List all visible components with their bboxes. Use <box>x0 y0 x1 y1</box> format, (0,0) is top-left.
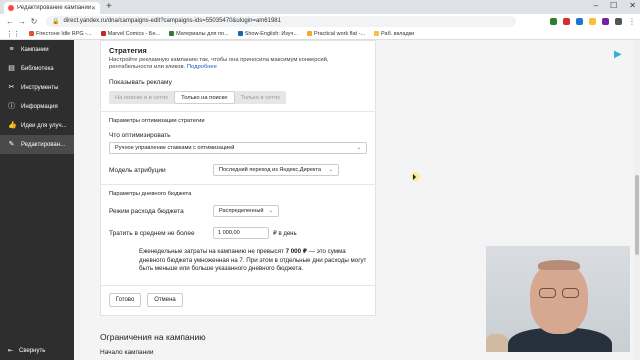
bookmark-item[interactable]: Материалы для по... <box>169 31 229 37</box>
window-controls: – ☐ ✕ <box>594 1 636 10</box>
strategy-description: Настройте рекламную кампанию так, чтобы … <box>109 57 329 70</box>
lock-icon: 🔒 <box>52 18 60 25</box>
sidebar-item-campaigns[interactable]: ≡ Кампании <box>0 40 74 59</box>
menu-dots-icon[interactable]: ⋮ <box>628 17 636 26</box>
show-option-networks-only[interactable]: Только в сетях <box>235 91 286 104</box>
profile-icon[interactable] <box>615 17 622 25</box>
optimization-section-title: Параметры оптимизации стратегии <box>109 118 205 124</box>
bookmark-folder[interactable]: Раб. вкладки <box>374 31 414 37</box>
reload-icon[interactable]: ↻ <box>28 17 40 26</box>
glasses-icon <box>562 288 579 298</box>
show-option-search-only[interactable]: Только на поиске <box>174 91 235 104</box>
campaign-start-label: Начало кампании <box>100 349 154 356</box>
address-toolbar: ← → ↻ 🔒 direct.yandex.ru/dna/campaigns-e… <box>0 14 640 28</box>
daily-budget-input[interactable]: 1 000,00 <box>213 227 269 239</box>
presenter-hair <box>538 260 580 270</box>
sidebar-item-library[interactable]: ▤ Библиотека <box>0 59 74 78</box>
bookmark-item[interactable]: Show-English: Изуч... <box>237 31 298 37</box>
more-link[interactable]: Подробнее <box>187 64 217 70</box>
attribution-label: Модель атрибуции <box>109 167 166 174</box>
optimize-what-select[interactable]: Ручное управление ставками с оптимизацие… <box>109 142 367 154</box>
webcam-overlay <box>486 246 630 352</box>
bookmark-item[interactable]: Fireстоне Idle RPG -... <box>29 31 92 37</box>
library-icon: ▤ <box>8 65 15 72</box>
bookmark-item[interactable]: Practical work flat -... <box>306 31 365 37</box>
bookmarks-bar: ⋮⋮ Fireстоне Idle RPG -... Marvel Comics… <box>0 28 640 40</box>
sidebar-item-info[interactable]: ⓘ Информация <box>0 97 74 116</box>
glasses-icon <box>539 288 556 298</box>
pencil-icon: ✎ <box>8 141 15 148</box>
weekly-budget-note: Еженедельные затраты на кампанию не прев… <box>139 248 367 272</box>
url-input[interactable]: 🔒 direct.yandex.ru/dna/campaigns-edit?ca… <box>46 15 516 27</box>
divider <box>101 184 377 185</box>
chevron-down-icon: ⌄ <box>268 208 273 214</box>
weekly-amount: 7 000 ₽ <box>285 248 308 255</box>
bookmark-favicon-icon <box>306 31 312 36</box>
collapse-sidebar-button[interactable]: ⇤ Свернуть <box>8 347 45 355</box>
divider <box>101 285 377 286</box>
new-tab-button[interactable]: + <box>106 1 112 12</box>
budget-section-title: Параметры дневного бюджета <box>109 191 192 197</box>
thumb-up-icon: 👍 <box>8 122 17 129</box>
attribution-select[interactable]: Последний переход из Яндекс.Директа ⌄ <box>213 164 339 176</box>
tools-icon: ✂ <box>8 84 15 91</box>
yandex-favicon-icon <box>8 5 14 11</box>
extension-icon[interactable] <box>576 17 583 25</box>
extension-icon[interactable] <box>602 17 609 25</box>
chevron-down-icon: ⌄ <box>356 145 361 151</box>
tab-title: Редактирование кампании <box>17 5 91 11</box>
bookmark-favicon-icon <box>29 31 34 36</box>
forward-icon[interactable]: → <box>16 17 28 26</box>
browser-tab[interactable]: Редактирование кампании ✕ <box>4 2 100 14</box>
info-icon: ⓘ <box>8 103 15 110</box>
presenter-face <box>530 262 588 334</box>
show-ads-label: Показывать рекламу <box>109 79 172 86</box>
scroll-thumb[interactable] <box>635 175 639 255</box>
presenter-hand <box>486 334 508 352</box>
budget-mode-select[interactable]: Распределенный ⌄ <box>213 205 279 217</box>
bookmark-favicon-icon <box>169 31 175 36</box>
minimize-icon[interactable]: – <box>594 1 598 10</box>
extension-icon[interactable] <box>589 17 596 25</box>
collapse-arrow-icon: ⇤ <box>8 348 14 354</box>
close-window-icon[interactable]: ✕ <box>629 1 636 10</box>
extension-icon[interactable] <box>563 17 570 25</box>
bookmark-favicon-icon <box>237 31 243 36</box>
done-button[interactable]: Готово <box>109 293 141 307</box>
extension-icons: ⋮ <box>550 17 636 26</box>
strategy-card: Стратегия Настройте рекламную кампанию т… <box>100 40 377 316</box>
folder-icon <box>374 31 380 36</box>
show-ads-segmented: На поиске и в сетях Только на поиске Тол… <box>109 91 286 104</box>
browser-tabbar: Редактирование кампании ✕ + – ☐ ✕ <box>0 0 640 14</box>
daily-spend-label: Тратить в среднем не более <box>109 230 195 237</box>
mouse-pointer-icon <box>413 174 416 180</box>
url-text: direct.yandex.ru/dna/campaigns-edit?camp… <box>63 18 281 24</box>
chevron-down-icon: ⌄ <box>328 167 333 173</box>
close-tab-icon[interactable]: ✕ <box>91 5 96 12</box>
divider <box>101 111 377 112</box>
campaign-limits-title: Ограничения на кампанию <box>100 332 206 342</box>
sidebar-item-tools[interactable]: ✂ Инструменты <box>0 78 74 97</box>
cancel-button[interactable]: Отмена <box>147 293 183 307</box>
sidebar-item-editing[interactable]: ✎ Редактирован... <box>0 135 74 154</box>
page-scrollbar[interactable] <box>634 40 640 360</box>
daily-budget-unit: ₽ в день <box>273 231 297 237</box>
extension-icon[interactable] <box>550 17 557 25</box>
apps-icon[interactable]: ⋮⋮ <box>6 30 20 38</box>
maximize-icon[interactable]: ☐ <box>610 1 617 10</box>
sidebar: ≡ Кампании ▤ Библиотека ✂ Инструменты ⓘ … <box>0 40 74 360</box>
sidebar-item-ideas[interactable]: 👍 Идеи для улуч... <box>0 116 74 135</box>
back-icon[interactable]: ← <box>4 17 16 26</box>
budget-mode-label: Режим расхода бюджета <box>109 208 184 215</box>
strategy-title: Стратегия <box>109 46 147 55</box>
bookmark-favicon-icon <box>100 31 106 36</box>
show-option-search-and-networks[interactable]: На поиске и в сетях <box>109 91 174 104</box>
stack-icon: ≡ <box>9 46 14 53</box>
play-icon[interactable]: ▶ <box>614 49 626 61</box>
bookmark-item[interactable]: Marvel Comics - Бе... <box>100 31 160 37</box>
optimize-what-label: Что оптимизировать <box>109 132 171 139</box>
